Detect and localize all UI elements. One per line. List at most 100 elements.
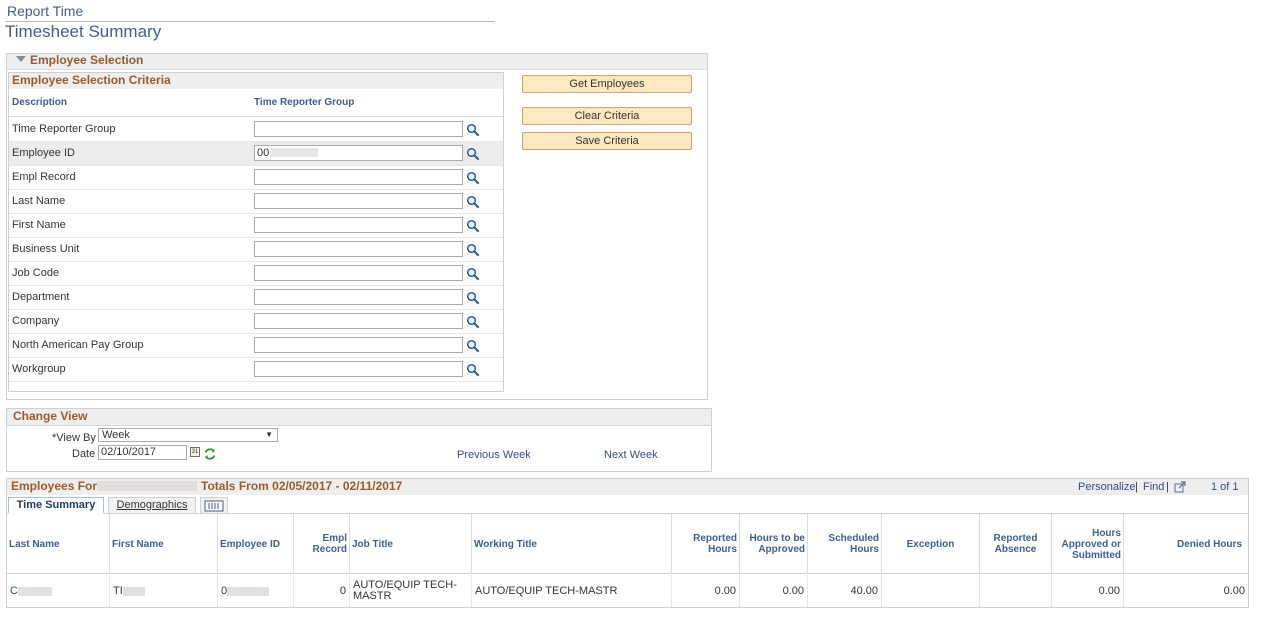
criteria-input[interactable] <box>254 193 463 209</box>
lookup-search-icon[interactable] <box>466 315 480 329</box>
col-exception[interactable]: Exception <box>882 514 980 574</box>
criteria-label: Company <box>12 315 60 327</box>
col-first-name[interactable]: First Name <box>110 514 218 574</box>
criteria-label: Time Reporter Group <box>12 123 116 135</box>
cell-value: 0.00 <box>1098 584 1120 597</box>
breadcrumb-report-time[interactable]: Report Time <box>7 3 83 19</box>
cell-value: 40.00 <box>850 584 878 597</box>
criteria-column-header: Description Time Reporter Group <box>9 89 503 117</box>
employees-grid-title: Employees For Totals From 02/05/2017 - 02… <box>11 479 402 493</box>
criteria-row: Empl Record <box>9 166 503 190</box>
pager-text: 1 of 1 <box>1211 481 1239 493</box>
clear-criteria-button[interactable]: Clear Criteria <box>522 107 692 125</box>
col-job-title[interactable]: Job Title <box>350 514 472 574</box>
tab-show-all-columns[interactable] <box>200 497 228 514</box>
date-input[interactable]: 02/10/2017 <box>98 445 187 460</box>
col-last-name[interactable]: Last Name <box>7 514 110 574</box>
view-by-label: *View By <box>52 432 96 444</box>
selection-criteria-title: Employee Selection Criteria <box>12 73 171 87</box>
col-scheduled-hours[interactable]: Scheduled Hours <box>808 514 882 574</box>
lookup-search-icon[interactable] <box>466 219 480 233</box>
get-employees-button[interactable]: Get Employees <box>522 75 692 93</box>
col-hours-to-be-approved[interactable]: Hours to be Approved <box>740 514 808 574</box>
collapse-triangle-icon[interactable] <box>16 56 26 62</box>
selection-criteria-header: Employee Selection Criteria <box>9 73 503 89</box>
tab-demographics[interactable]: Demographics <box>108 497 196 514</box>
criteria-row: Time Reporter Group <box>9 118 503 142</box>
page-title: Timesheet Summary <box>5 22 162 41</box>
criteria-input[interactable] <box>254 265 463 281</box>
criteria-input[interactable] <box>254 361 463 377</box>
save-criteria-button[interactable]: Save Criteria <box>522 132 692 150</box>
calendar-icon[interactable]: 31 <box>190 447 200 457</box>
lookup-search-icon[interactable] <box>466 147 480 161</box>
col-hours-approved-or-submitted[interactable]: Hours Approved or Submitted <box>1052 514 1124 574</box>
criteria-label: Last Name <box>12 195 66 207</box>
cell-value: 0 <box>339 584 346 597</box>
col-employee-id[interactable]: Employee ID <box>218 514 294 574</box>
criteria-row: Job Code <box>9 262 503 286</box>
new-window-icon[interactable] <box>1174 481 1186 493</box>
criteria-row: Business Unit <box>9 238 503 262</box>
criteria-input[interactable] <box>254 289 463 305</box>
col-denied-hours[interactable]: Denied Hours <box>1124 514 1244 574</box>
lookup-search-icon[interactable] <box>466 171 480 185</box>
cell-last-name[interactable]: C <box>7 575 110 607</box>
lookup-search-icon[interactable] <box>466 339 480 353</box>
lookup-search-icon[interactable] <box>466 267 480 281</box>
criteria-row: Department <box>9 286 503 310</box>
find-link[interactable]: Find <box>1143 481 1164 493</box>
cell-value: TI <box>113 584 123 597</box>
criteria-label: Business Unit <box>12 243 80 255</box>
nav-separator: | <box>1135 481 1138 493</box>
refresh-icon[interactable] <box>203 447 217 461</box>
col-reported-absence[interactable]: Reported Absence <box>980 514 1052 574</box>
cell-empl-record: 0 <box>294 575 350 607</box>
dropdown-arrow-icon: ▼ <box>265 430 273 439</box>
criteria-input[interactable] <box>254 313 463 329</box>
cell-job-title: AUTO/EQUIP TECH-MASTR <box>350 575 472 607</box>
tab-time-summary[interactable]: Time Summary <box>8 497 104 514</box>
lookup-search-icon[interactable] <box>466 243 480 257</box>
col-empl-record[interactable]: Empl Record <box>294 514 350 574</box>
col-time-reporter-group: Time Reporter Group <box>254 97 355 108</box>
lookup-search-icon[interactable] <box>466 363 480 377</box>
cell-employee-id: 0 <box>218 575 294 607</box>
criteria-input[interactable] <box>254 169 463 185</box>
col-working-title[interactable]: Working Title <box>472 514 672 574</box>
cell-first-name: TI <box>110 575 218 607</box>
criteria-input[interactable] <box>254 337 463 353</box>
redacted-value <box>270 148 319 157</box>
lookup-search-icon[interactable] <box>466 291 480 305</box>
lookup-search-icon[interactable] <box>466 123 480 137</box>
previous-week-link[interactable]: Previous Week <box>457 449 531 461</box>
criteria-label: Employee ID <box>12 147 75 159</box>
cell-hours-approved: 0.00 <box>1052 575 1124 607</box>
criteria-input[interactable] <box>254 241 463 257</box>
personalize-link[interactable]: Personalize <box>1078 481 1135 493</box>
criteria-label: Job Code <box>12 267 60 279</box>
cell-value: AUTO/EQUIP TECH-MASTR <box>475 584 618 597</box>
col-reported-hours[interactable]: Reported Hours <box>672 514 740 574</box>
criteria-input[interactable]: 00 <box>254 145 463 161</box>
date-label: Date <box>72 448 96 460</box>
cell-exception <box>882 575 980 607</box>
criteria-label: Empl Record <box>12 171 76 183</box>
view-by-select[interactable]: Week ▼ <box>98 428 278 442</box>
criteria-row: First Name <box>9 214 503 238</box>
redacted-value <box>122 586 145 596</box>
redacted-value <box>17 586 52 596</box>
cell-hours-to-be-approved: 0.00 <box>740 575 808 607</box>
criteria-label: North American Pay Group <box>12 339 144 351</box>
criteria-label: Workgroup <box>12 363 66 375</box>
lookup-search-icon[interactable] <box>466 195 480 209</box>
cell-value: 0.00 <box>1223 584 1245 597</box>
criteria-row: Last Name <box>9 190 503 214</box>
criteria-input[interactable] <box>254 217 463 233</box>
next-week-link[interactable]: Next Week <box>604 449 658 461</box>
employee-selection-title[interactable]: Employee Selection <box>30 53 143 67</box>
criteria-input-value: 00 <box>257 147 270 159</box>
criteria-input[interactable] <box>254 121 463 137</box>
employees-title-suffix: Totals From 02/05/2017 - 02/11/2017 <box>201 479 403 493</box>
cell-reported-absence <box>980 575 1052 607</box>
